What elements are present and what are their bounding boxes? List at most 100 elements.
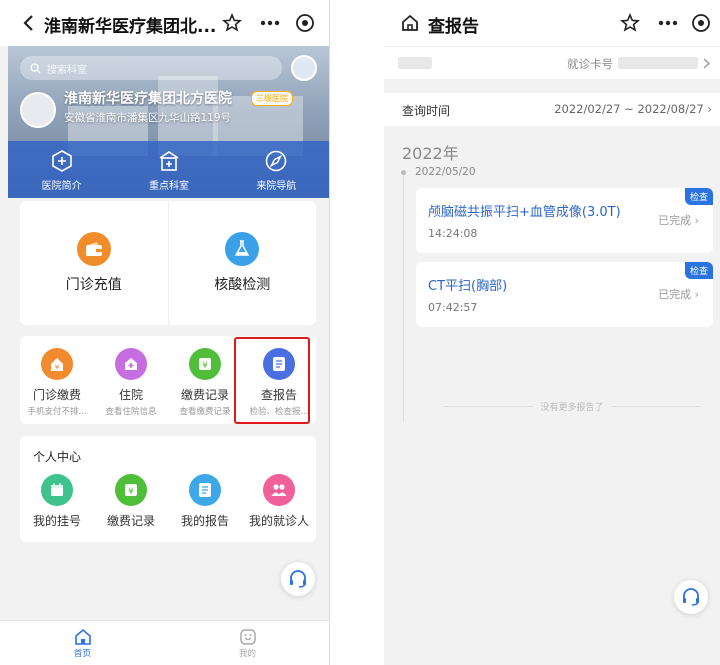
- smile-icon: [239, 628, 256, 645]
- service-desc: 查看缴费记录: [179, 407, 231, 417]
- tab-home[interactable]: 首页: [0, 621, 165, 665]
- my-patients[interactable]: 我的就诊人: [242, 474, 316, 529]
- card-number-label: 就诊卡号: [567, 57, 613, 71]
- headset-icon: [683, 588, 699, 606]
- report-icon: [189, 474, 221, 506]
- patient-name-redacted: [398, 57, 432, 69]
- flask-icon: [225, 232, 260, 266]
- report-item[interactable]: CT平扫(胸部) 07:42:57 已完成 › 检查: [416, 262, 713, 327]
- service-label: 缴费记录: [180, 388, 229, 402]
- star-icon[interactable]: [618, 11, 642, 35]
- query-time-row[interactable]: 查询时间 2022/02/27 ~ 2022/08/27 ›: [384, 93, 720, 126]
- search-input[interactable]: 搜索科室: [20, 56, 282, 80]
- service-recharge[interactable]: 门诊充值: [20, 201, 168, 325]
- quick-link-departments[interactable]: 重点科室: [124, 148, 214, 192]
- customer-service-button[interactable]: [281, 562, 315, 596]
- report-status-text: 已完成: [658, 214, 692, 227]
- personal-item-label: 我的报告: [180, 514, 229, 528]
- report-time: 07:42:57: [428, 301, 478, 314]
- report-item[interactable]: 颅脑磁共振平扫+血管成像(3.0T) 14:24:08 已完成 › 检查: [416, 188, 713, 253]
- quick-links: 医院简介 重点科室 来院导航: [8, 141, 329, 198]
- report-type-badge: 检查: [684, 262, 713, 279]
- chevron-right-icon: [703, 58, 710, 69]
- my-registrations[interactable]: 我的挂号: [20, 474, 94, 529]
- search-icon: [30, 62, 41, 74]
- report-name: 颅脑磁共振平扫+血管成像(3.0T): [428, 205, 621, 220]
- quick-link-label: 医院简介: [41, 180, 82, 192]
- timeline-line: [403, 172, 404, 422]
- svg-text:¥: ¥: [55, 364, 60, 372]
- tab-label: 首页: [73, 648, 91, 659]
- report-status: 已完成 ›: [658, 214, 699, 227]
- service-desc: 手机支付不排...: [27, 407, 87, 417]
- page-title: 淮南新华医疗集团北...: [44, 17, 217, 37]
- close-icon[interactable]: [293, 11, 317, 35]
- service-inpatient[interactable]: 住院 查看住院信息: [94, 336, 168, 424]
- year-heading: 2022年: [402, 144, 459, 163]
- service-payment-records[interactable]: ¥ 缴费记录 查看缴费记录: [168, 336, 242, 424]
- back-icon[interactable]: [16, 11, 40, 35]
- navigation-icon: [263, 148, 289, 174]
- customer-service-button[interactable]: [674, 580, 708, 614]
- report-status: 已完成 ›: [658, 288, 699, 301]
- service-label: 住院: [118, 388, 143, 402]
- page-title: 查报告: [428, 17, 479, 37]
- more-icon[interactable]: [258, 11, 282, 35]
- quick-link-label: 来院导航: [256, 180, 297, 192]
- clinic-icon: [156, 148, 182, 174]
- personal-item-label: 我的就诊人: [248, 514, 309, 528]
- personal-center-card: 个人中心 我的挂号 ¥ 缴费记录 我的报告 我的就诊人: [20, 436, 316, 542]
- my-payment-records[interactable]: ¥ 缴费记录: [94, 474, 168, 529]
- headset-icon: [290, 570, 306, 588]
- wallet-icon: [76, 232, 111, 266]
- svg-text:¥: ¥: [202, 361, 208, 371]
- home-pay-icon: ¥: [41, 348, 73, 380]
- service-desc: 查看住院信息: [105, 407, 157, 417]
- no-more-divider: 没有更多报告了: [444, 400, 701, 413]
- my-reports[interactable]: 我的报告: [168, 474, 242, 529]
- hospital-name: 淮南新华医疗集团北方医院: [64, 91, 232, 107]
- service-label: 门诊缴费: [32, 388, 81, 402]
- close-icon[interactable]: [689, 11, 713, 35]
- top-bar: 淮南新华医疗集团北...: [0, 0, 329, 46]
- calendar-icon: [41, 474, 73, 506]
- hospital-logo: [20, 92, 56, 128]
- section-title: 个人中心: [33, 450, 82, 464]
- hospital-level-badge: 三级医院: [251, 91, 293, 106]
- quick-link-navigation[interactable]: 来院导航: [231, 148, 321, 192]
- service-outpatient-pay[interactable]: ¥ 门诊缴费 手机支付不排...: [20, 336, 94, 424]
- query-time-range: 2022/02/27 ~ 2022/08/27 ›: [554, 102, 712, 116]
- no-more-text: 没有更多报告了: [540, 403, 604, 413]
- service-nucleic-test[interactable]: 核酸检测: [167, 201, 317, 325]
- report-type-badge: 检查: [684, 188, 713, 205]
- search-placeholder: 搜索科室: [47, 64, 87, 76]
- report-time: 14:24:08: [428, 227, 478, 240]
- quick-link-intro[interactable]: 医院简介: [17, 148, 107, 192]
- star-icon[interactable]: [220, 11, 244, 35]
- top-bar: 查报告: [384, 0, 720, 46]
- avatar[interactable]: [291, 55, 317, 81]
- patient-card-row[interactable]: 就诊卡号: [384, 46, 720, 79]
- report-name: CT平扫(胸部): [428, 279, 508, 294]
- hospital-icon: [115, 348, 147, 380]
- query-range-text: 2022/02/27 ~ 2022/08/27: [554, 102, 704, 116]
- home-icon[interactable]: [398, 11, 422, 35]
- service-label: 核酸检测: [214, 277, 271, 293]
- hospital-banner: 搜索科室 淮南新华医疗集团北方医院 三级医院 安徽省淮南市潘集区九华山路119号…: [8, 46, 329, 198]
- card-number-redacted: [618, 57, 698, 69]
- timeline-date: 2022/05/20: [415, 166, 476, 178]
- query-time-label: 查询时间: [402, 104, 451, 118]
- people-icon: [263, 474, 295, 506]
- hospital-address: 安徽省淮南市潘集区九华山路119号: [64, 112, 232, 124]
- main-services-card: 门诊充值 核酸检测: [20, 201, 316, 325]
- more-icon[interactable]: [656, 11, 680, 35]
- quick-link-label: 重点科室: [148, 180, 189, 192]
- home-panel: 淮南新华医疗集团北... 搜索科室 淮南新华医疗集团北方医院 三级医院 安徽省淮…: [0, 0, 330, 665]
- bottom-tab-bar: 首页 我的: [0, 620, 329, 665]
- svg-text:¥: ¥: [128, 487, 134, 497]
- highlight-box: [234, 337, 310, 424]
- tab-mine[interactable]: 我的: [165, 621, 329, 665]
- tab-label: 我的: [238, 648, 256, 659]
- home-icon: [74, 628, 91, 645]
- service-label: 门诊充值: [65, 277, 122, 293]
